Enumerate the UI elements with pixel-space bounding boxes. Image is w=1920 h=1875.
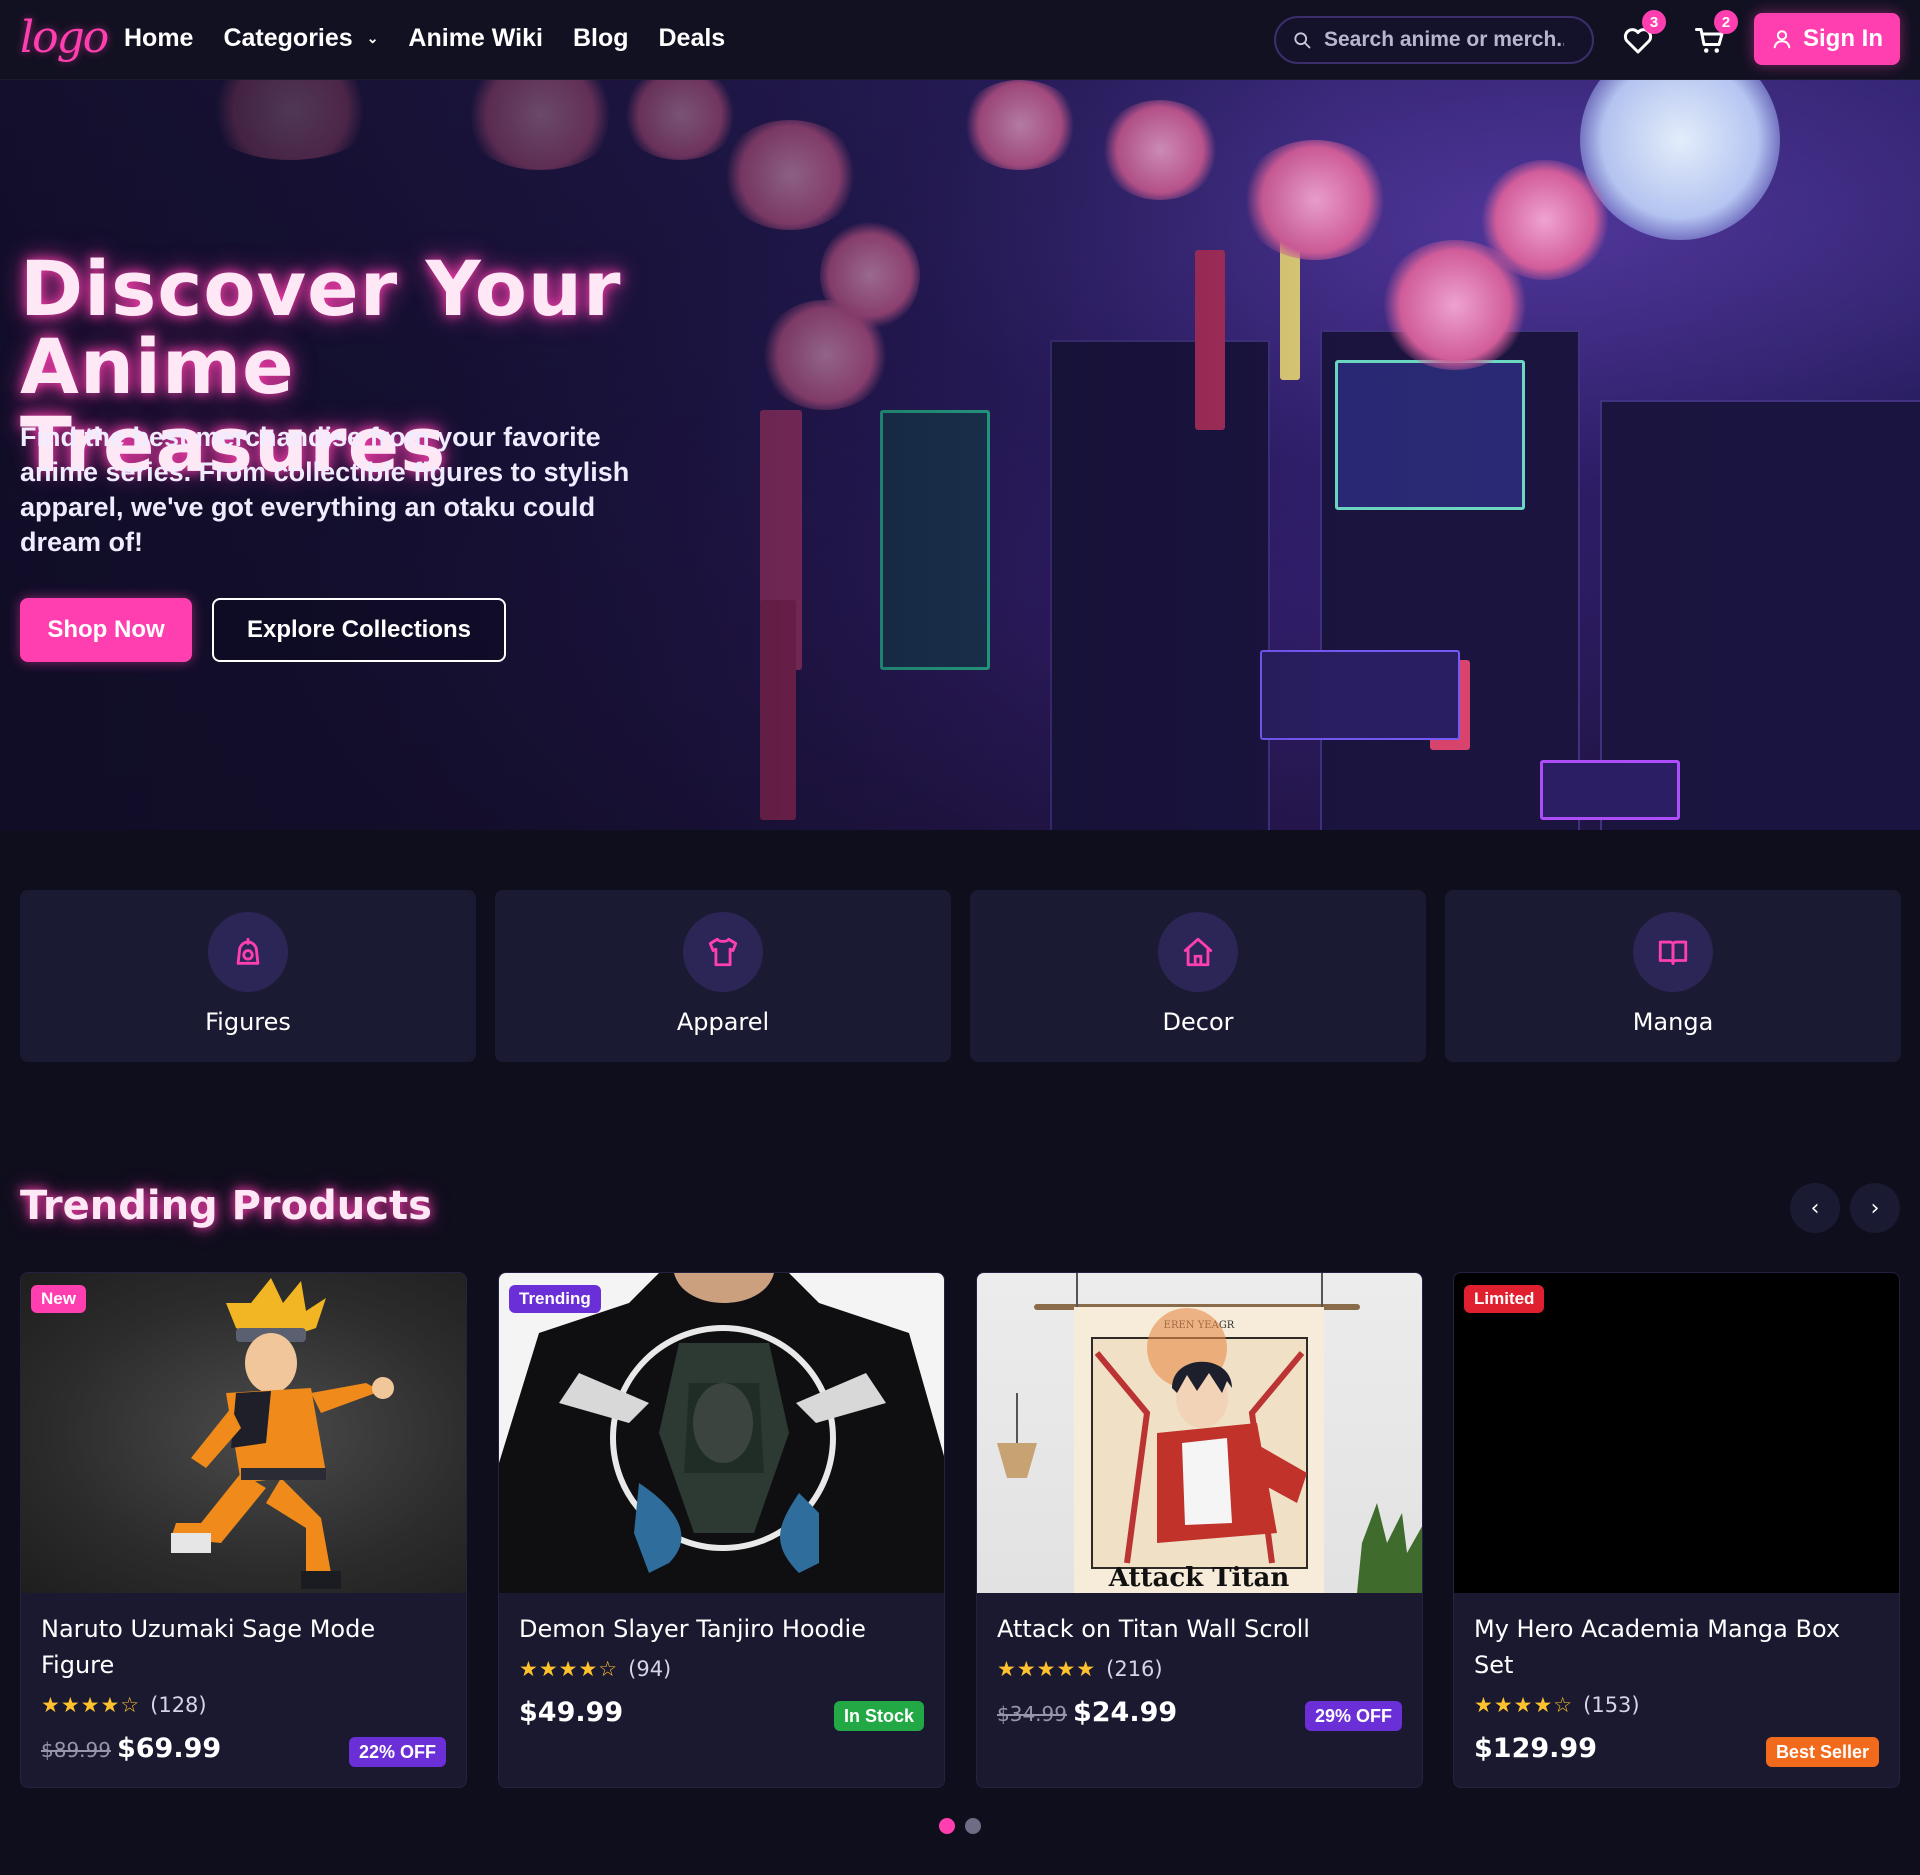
category-card-manga[interactable]: Manga [1445,890,1901,1062]
logo[interactable]: logo [20,12,109,63]
category-card-figures[interactable]: Figures [20,890,476,1062]
carousel-next-button[interactable]: › [1850,1183,1900,1233]
nav-home-label: Home [124,24,194,52]
nav-categories-label: Categories [223,24,353,52]
trending-title: Trending Products [20,1183,432,1229]
category-icon-circle [683,912,763,992]
sign-in-label: Sign In [1803,25,1883,52]
review-count: (94) [628,1657,672,1681]
rating-stars: ★★★★★ [997,1657,1097,1681]
wall-scroll-illustration: EREN YEAGR Attack Titan [997,1273,1422,1593]
nav-anime-wiki-label: Anime Wiki [408,24,543,52]
carousel-dot-active[interactable] [939,1818,955,1834]
price-row: $89.99 $69.99 [41,1733,221,1764]
product-tag: Trending [509,1285,601,1313]
price: $69.99 [116,1733,222,1764]
price-row: $34.99 $24.99 [997,1697,1177,1728]
search-bar [1274,16,1594,64]
product-rating: ★★★★☆ (153) [1474,1693,1640,1717]
nav-categories[interactable]: Categories ⌄ [223,24,378,53]
sign-in-button[interactable]: Sign In [1754,13,1900,65]
product-image: EREN YEAGR Attack Titan [977,1273,1422,1593]
product-card-wall-scroll[interactable]: EREN YEAGR Attack Titan Attack on Titan … [976,1272,1423,1788]
price-row: $49.99 [519,1697,623,1728]
category-label: Figures [205,1008,291,1036]
nav-deals[interactable]: Deals [659,24,726,53]
shop-now-button[interactable]: Shop Now [20,598,192,662]
search-input[interactable] [1324,28,1564,52]
home-icon [1183,937,1213,967]
category-label: Manga [1632,1008,1714,1036]
carousel-prev-button[interactable]: ‹ [1790,1183,1840,1233]
cart-count-badge: 2 [1714,10,1738,34]
product-name: Naruto Uzumaki Sage Mode Figure [41,1615,376,1679]
hoodie-illustration [499,1273,944,1593]
discount-badge: 29% OFF [1304,1701,1402,1731]
carousel-dot[interactable] [965,1818,981,1834]
search-icon [1294,32,1311,49]
category-icon-circle [1633,912,1713,992]
product-name: Attack on Titan Wall Scroll [997,1615,1310,1643]
best-seller-badge: Best Seller [1765,1737,1879,1767]
nav-deals-label: Deals [658,24,726,52]
category-card-decor[interactable]: Decor [970,890,1426,1062]
product-tag: New [31,1285,86,1313]
hero-title-line-1: Discover Your Anime [20,244,622,411]
product-image [21,1273,466,1593]
user-icon [1773,30,1791,49]
discount-badge: 22% OFF [348,1737,446,1767]
cart-button[interactable]: 2 [1692,10,1738,58]
product-name: Demon Slayer Tanjiro Hoodie [519,1615,866,1643]
hero-banner: Discover Your Anime Treasures Find the b… [0,80,1920,830]
nav-links: Home Categories ⌄ Anime Wiki Blog Deals [124,24,725,53]
price: $129.99 [1474,1733,1597,1764]
nav-blog[interactable]: Blog [573,24,629,53]
product-card-hoodie[interactable]: Trending Demon Slayer Tanjiro Hoodie ★★★… [498,1272,945,1788]
scroll-footer-text: Attack Titan [1108,1563,1290,1593]
old-price: $34.99 [997,1702,1067,1726]
product-rating: ★★★★☆ (128) [41,1693,207,1717]
top-navbar: logo Home Categories ⌄ Anime Wiki Blog De… [0,0,1920,80]
book-icon [1658,940,1688,965]
stock-badge: In Stock [833,1701,924,1731]
review-count: (153) [1583,1693,1640,1717]
explore-collections-button[interactable]: Explore Collections [212,598,506,662]
category-icon-circle [1158,912,1238,992]
rating-stars: ★★★★☆ [41,1693,141,1717]
nav-anime-wiki[interactable]: Anime Wiki [408,24,543,53]
nav-home[interactable]: Home [124,24,193,53]
category-label: Decor [1162,1008,1234,1036]
review-count: (128) [150,1693,207,1717]
figure-illustration [171,1278,394,1589]
product-rating: ★★★★★ (216) [997,1657,1163,1681]
price-row: $129.99 [1474,1733,1597,1764]
review-count: (216) [1106,1657,1163,1681]
product-card-manga-box-set[interactable]: Limited My Hero Academia Manga Box Set ★… [1453,1272,1900,1788]
product-image [1454,1273,1899,1593]
shirt-icon [708,937,738,967]
rating-stars: ★★★★☆ [519,1657,619,1681]
figure-icon [236,937,260,965]
nav-blog-label: Blog [572,24,629,52]
price: $49.99 [519,1697,624,1728]
hero-subtitle: Find the best merchandise from your favo… [20,422,630,557]
price: $24.99 [1072,1697,1178,1728]
product-tag: Limited [1464,1285,1545,1313]
old-price: $89.99 [41,1738,111,1762]
category-icon-circle [208,912,288,992]
rating-stars: ★★★★☆ [1474,1693,1574,1717]
category-card-apparel[interactable]: Apparel [495,890,951,1062]
wishlist-button[interactable]: 3 [1620,10,1666,58]
product-image [499,1273,944,1593]
category-label: Apparel [676,1008,770,1036]
product-rating: ★★★★☆ (94) [519,1657,671,1681]
product-name: My Hero Academia Manga Box Set [1474,1615,1841,1679]
product-card-naruto[interactable]: New Naruto Uzumaki Sage Mode Figure ★★★★… [20,1272,467,1788]
chevron-down-icon: ⌄ [366,30,379,46]
wishlist-count-badge: 3 [1642,10,1666,34]
